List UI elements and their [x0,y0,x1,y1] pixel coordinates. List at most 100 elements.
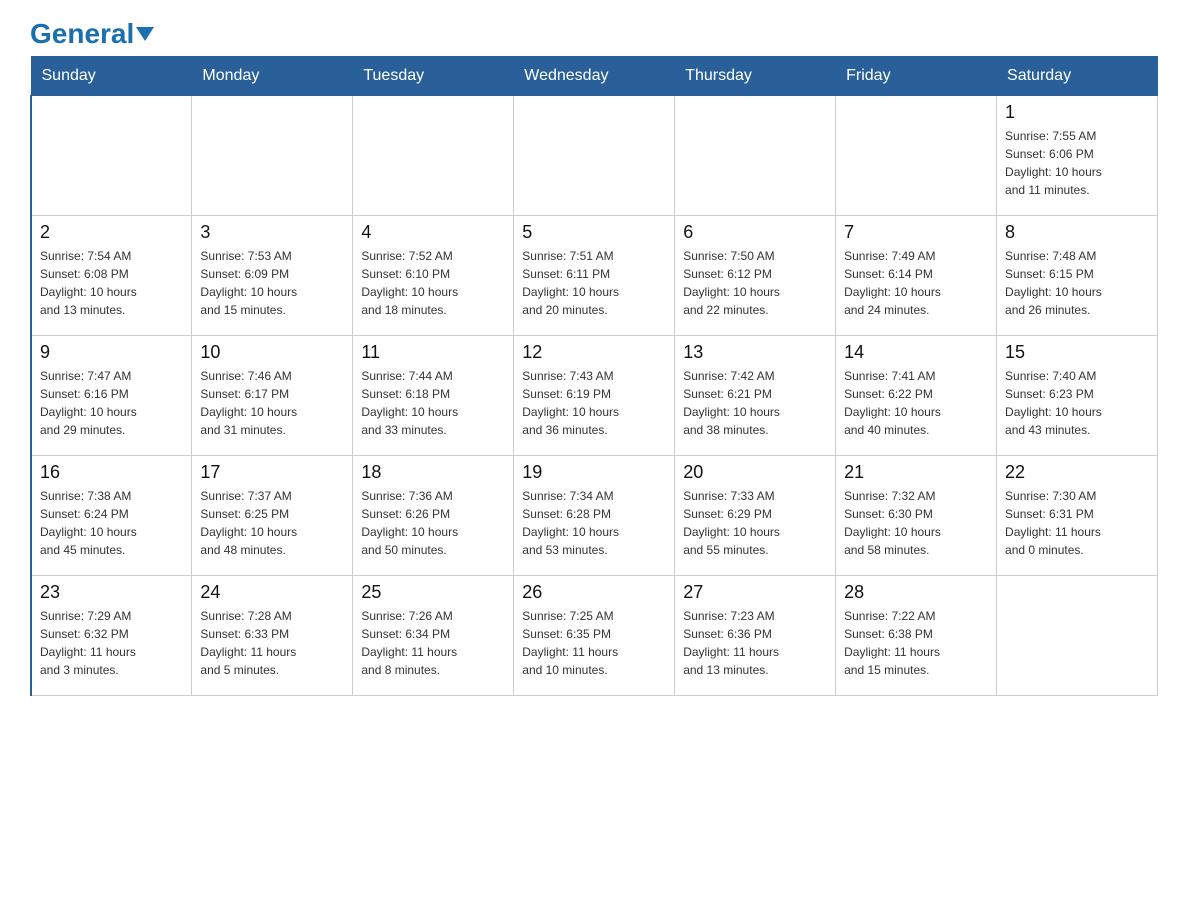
day-number: 22 [1005,462,1149,483]
day-number: 4 [361,222,505,243]
calendar-cell: 3Sunrise: 7:53 AMSunset: 6:09 PMDaylight… [192,216,353,336]
day-info: Sunrise: 7:49 AMSunset: 6:14 PMDaylight:… [844,247,988,319]
calendar-cell: 12 Sunrise: 7:43 AMSunset: 6:19 PMDayligh… [514,336,675,456]
day-number: 28 [844,582,988,603]
weekday-header-friday: Friday [836,57,997,96]
calendar-cell: 15 Sunrise: 7:40 AMSunset: 6:23 PMDayligh… [997,336,1158,456]
calendar-cell: 13 Sunrise: 7:42 AMSunset: 6:21 PMDayligh… [675,336,836,456]
calendar-cell [836,96,997,216]
day-info: Sunrise: 7:26 AMSunset: 6:34 PMDaylight:… [361,607,505,679]
calendar-cell: 17 Sunrise: 7:37 AMSunset: 6:25 PMDayligh… [192,456,353,576]
calendar-cell: 27Sunrise: 7:23 AMSunset: 6:36 PMDayligh… [675,576,836,696]
calendar-cell: 8 Sunrise: 7:48 AMSunset: 6:15 PMDaylight… [997,216,1158,336]
calendar-cell: 16 Sunrise: 7:38 AMSunset: 6:24 PMDayligh… [31,456,192,576]
day-info: Sunrise: 7:33 AMSunset: 6:29 PMDaylight:… [683,487,827,559]
calendar-cell: 18 Sunrise: 7:36 AMSunset: 6:26 PMDayligh… [353,456,514,576]
day-info: Sunrise: 7:34 AMSunset: 6:28 PMDaylight:… [522,487,666,559]
calendar-cell: 20 Sunrise: 7:33 AMSunset: 6:29 PMDayligh… [675,456,836,576]
calendar-cell: 24 Sunrise: 7:28 AMSunset: 6:33 PMDayligh… [192,576,353,696]
day-number: 9 [40,342,183,363]
week-row-5: 23Sunrise: 7:29 AMSunset: 6:32 PMDayligh… [31,576,1158,696]
day-info: Sunrise: 7:50 AMSunset: 6:12 PMDaylight:… [683,247,827,319]
week-row-3: 9 Sunrise: 7:47 AMSunset: 6:16 PMDaylight… [31,336,1158,456]
calendar-header-row: SundayMondayTuesdayWednesdayThursdayFrid… [31,57,1158,96]
calendar-cell: 5 Sunrise: 7:51 AMSunset: 6:11 PMDaylight… [514,216,675,336]
day-number: 19 [522,462,666,483]
day-number: 6 [683,222,827,243]
calendar-cell: 1 Sunrise: 7:55 AMSunset: 6:06 PMDaylight… [997,96,1158,216]
day-number: 13 [683,342,827,363]
day-info: Sunrise: 7:51 AMSunset: 6:11 PMDaylight:… [522,247,666,319]
day-info: Sunrise: 7:29 AMSunset: 6:32 PMDaylight:… [40,607,183,679]
day-info: Sunrise: 7:37 AMSunset: 6:25 PMDaylight:… [200,487,344,559]
day-info: Sunrise: 7:44 AMSunset: 6:18 PMDaylight:… [361,367,505,439]
calendar-cell: 11Sunrise: 7:44 AMSunset: 6:18 PMDayligh… [353,336,514,456]
day-number: 8 [1005,222,1149,243]
calendar-cell: 7 Sunrise: 7:49 AMSunset: 6:14 PMDaylight… [836,216,997,336]
day-number: 1 [1005,102,1149,123]
day-info: Sunrise: 7:32 AMSunset: 6:30 PMDaylight:… [844,487,988,559]
day-number: 7 [844,222,988,243]
day-number: 5 [522,222,666,243]
calendar-cell: 10 Sunrise: 7:46 AMSunset: 6:17 PMDayligh… [192,336,353,456]
day-info: Sunrise: 7:47 AMSunset: 6:16 PMDaylight:… [40,367,183,439]
calendar-cell: 25Sunrise: 7:26 AMSunset: 6:34 PMDayligh… [353,576,514,696]
day-number: 26 [522,582,666,603]
weekday-header-saturday: Saturday [997,57,1158,96]
week-row-2: 2 Sunrise: 7:54 AMSunset: 6:08 PMDaylight… [31,216,1158,336]
calendar-cell [353,96,514,216]
day-info: Sunrise: 7:52 AMSunset: 6:10 PMDaylight:… [361,247,505,319]
logo-triangle-icon [136,27,154,41]
day-number: 15 [1005,342,1149,363]
calendar-cell [675,96,836,216]
day-info: Sunrise: 7:30 AMSunset: 6:31 PMDaylight:… [1005,487,1149,559]
day-number: 18 [361,462,505,483]
weekday-header-tuesday: Tuesday [353,57,514,96]
calendar-cell [192,96,353,216]
logo-general: General [30,18,134,49]
day-info: Sunrise: 7:22 AMSunset: 6:38 PMDaylight:… [844,607,988,679]
weekday-header-wednesday: Wednesday [514,57,675,96]
calendar-cell: 2 Sunrise: 7:54 AMSunset: 6:08 PMDaylight… [31,216,192,336]
day-info: Sunrise: 7:28 AMSunset: 6:33 PMDaylight:… [200,607,344,679]
day-number: 3 [200,222,344,243]
calendar-cell: 21 Sunrise: 7:32 AMSunset: 6:30 PMDayligh… [836,456,997,576]
calendar-cell [514,96,675,216]
calendar-cell [997,576,1158,696]
weekday-header-thursday: Thursday [675,57,836,96]
day-info: Sunrise: 7:36 AMSunset: 6:26 PMDaylight:… [361,487,505,559]
calendar-cell: 28 Sunrise: 7:22 AMSunset: 6:38 PMDayligh… [836,576,997,696]
day-number: 27 [683,582,827,603]
weekday-header-monday: Monday [192,57,353,96]
calendar-cell: 14Sunrise: 7:41 AMSunset: 6:22 PMDayligh… [836,336,997,456]
weekday-header-sunday: Sunday [31,57,192,96]
calendar-cell: 9 Sunrise: 7:47 AMSunset: 6:16 PMDaylight… [31,336,192,456]
calendar-cell [31,96,192,216]
day-number: 12 [522,342,666,363]
day-number: 16 [40,462,183,483]
day-number: 17 [200,462,344,483]
day-info: Sunrise: 7:48 AMSunset: 6:15 PMDaylight:… [1005,247,1149,319]
calendar-cell: 6 Sunrise: 7:50 AMSunset: 6:12 PMDaylight… [675,216,836,336]
day-number: 10 [200,342,344,363]
day-number: 24 [200,582,344,603]
day-info: Sunrise: 7:42 AMSunset: 6:21 PMDaylight:… [683,367,827,439]
day-info: Sunrise: 7:54 AMSunset: 6:08 PMDaylight:… [40,247,183,319]
week-row-1: 1 Sunrise: 7:55 AMSunset: 6:06 PMDaylight… [31,96,1158,216]
week-row-4: 16 Sunrise: 7:38 AMSunset: 6:24 PMDayligh… [31,456,1158,576]
calendar-cell: 26 Sunrise: 7:25 AMSunset: 6:35 PMDayligh… [514,576,675,696]
page-header: General [30,20,1158,46]
calendar-cell: 22 Sunrise: 7:30 AMSunset: 6:31 PMDayligh… [997,456,1158,576]
day-info: Sunrise: 7:25 AMSunset: 6:35 PMDaylight:… [522,607,666,679]
day-number: 2 [40,222,183,243]
day-info: Sunrise: 7:46 AMSunset: 6:17 PMDaylight:… [200,367,344,439]
day-info: Sunrise: 7:38 AMSunset: 6:24 PMDaylight:… [40,487,183,559]
day-info: Sunrise: 7:41 AMSunset: 6:22 PMDaylight:… [844,367,988,439]
day-info: Sunrise: 7:40 AMSunset: 6:23 PMDaylight:… [1005,367,1149,439]
logo: General [30,20,154,46]
day-number: 20 [683,462,827,483]
day-number: 21 [844,462,988,483]
calendar-cell: 19 Sunrise: 7:34 AMSunset: 6:28 PMDayligh… [514,456,675,576]
day-info: Sunrise: 7:55 AMSunset: 6:06 PMDaylight:… [1005,127,1149,199]
day-info: Sunrise: 7:43 AMSunset: 6:19 PMDaylight:… [522,367,666,439]
